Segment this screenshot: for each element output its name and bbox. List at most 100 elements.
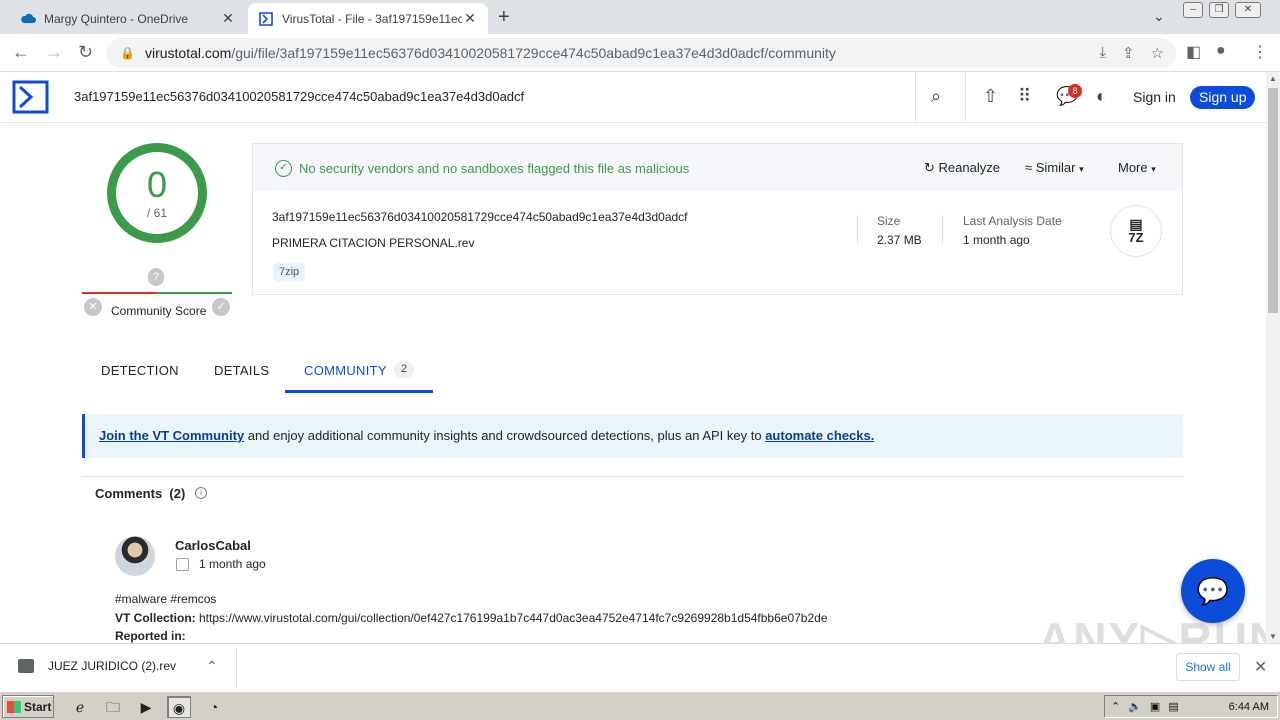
browser-menu-icon[interactable]: ⋮ [1252,42,1268,62]
close-download-bar-icon[interactable]: ✕ [1254,657,1267,677]
last-analysis-value: 1 month ago [963,233,1030,247]
tray-arrow-icon[interactable]: ⌃ [1111,700,1120,713]
file-tag[interactable]: 7zip [273,263,306,281]
tab-detection[interactable]: DETECTION [101,363,179,378]
last-analysis-label: Last Analysis Date [963,214,1062,228]
collection-url[interactable]: https://www.virustotal.com/gui/collectio… [196,611,828,625]
search-input[interactable]: 3af197159e11ec56376d03410020581729cce474… [74,89,524,104]
volume-icon[interactable]: 🔈 [1128,700,1142,713]
status-message: No security vendors and no sandboxes fla… [299,161,690,176]
virustotal-logo-icon[interactable] [12,80,49,114]
url-path: /gui/file/3af197159e11ec56376d0341002058… [231,45,836,61]
info-icon[interactable]: i [195,487,207,499]
scroll-down-arrow-icon[interactable]: ▼ [1269,632,1277,641]
minimize-icon[interactable]: – [1183,2,1203,18]
reanalyze-label: Reanalyze [938,160,1000,175]
close-window-icon[interactable]: ✕ [1235,2,1261,18]
clock[interactable]: 6:44 AM [1229,701,1269,713]
reload-icon[interactable]: ↻ [78,42,93,63]
virustotal-icon [259,11,273,26]
network-icon[interactable]: ▣ [1150,700,1160,713]
reanalyze-icon: ↻ [924,160,935,175]
collection-label: VT Collection: [115,611,196,625]
automate-checks-link[interactable]: automate checks. [765,428,874,443]
sign-up-button[interactable]: Sign up [1190,86,1256,109]
status-strip: ✓ No security vendors and no sandboxes f… [253,144,1182,191]
url-field[interactable]: 🔒 virustotal.com/gui/file/3af197159e11ec… [106,38,1176,68]
restore-icon[interactable]: ❐ [1209,2,1229,18]
side-panel-icon[interactable]: ◧ [1186,42,1201,62]
comment-author[interactable]: CarlosCabal [175,538,251,553]
close-tab-icon[interactable]: ✕ [462,10,478,27]
close-tab-icon[interactable]: ✕ [220,10,236,27]
avatar[interactable] [115,536,155,576]
new-tab-icon[interactable]: + [498,6,510,29]
reanalyze-button[interactable]: ↻ Reanalyze [924,160,1000,176]
more-dropdown[interactable]: More ▾ [1118,160,1156,175]
media-player-icon[interactable]: ▶ [134,696,158,718]
chevron-down-icon: ▾ [1079,164,1084,174]
similar-dropdown[interactable]: ≈ Similar ▾ [1025,160,1084,175]
browser-tab-onedrive[interactable]: Margy Quintero - OneDrive ✕ [10,3,246,34]
size-value: 2.37 MB [877,233,922,247]
join-community-link[interactable]: Join the VT Community [99,428,244,443]
windows-flag-icon [7,700,21,713]
tab-search-chevron-icon[interactable]: ⌄ [1153,8,1165,25]
browser-tab-virustotal[interactable]: VirusTotal - File - 3af197159e11ec56 ✕ [248,3,488,34]
tab-title: Margy Quintero - OneDrive [44,11,189,26]
onedrive-cloud-icon [21,13,36,23]
download-item[interactable]: JUEZ JURIDICO (2).rev [18,659,176,673]
tab-community[interactable]: COMMUNITY [304,363,387,378]
upload-icon[interactable]: ⇧ [983,86,998,107]
tab-details[interactable]: DETAILS [214,363,269,378]
window-controls: – ❐ ✕ [1183,2,1261,18]
page-scrollbar[interactable]: ▲ ▼ [1266,72,1280,643]
check-circle-icon: ✓ [275,160,292,177]
show-all-button[interactable]: Show all [1176,653,1240,681]
forward-arrow-icon[interactable]: → [45,42,63,63]
detection-total: / 61 [146,206,167,220]
community-score-question-icon: ? [148,268,164,286]
file-hash: 3af197159e11ec56376d03410020581729cce474… [272,210,688,224]
address-bar-row: ← → ↻ 🔒 virustotal.com/gui/file/3af19715… [0,34,1280,72]
file-explorer-icon[interactable]: 🗀 [101,696,125,718]
dark-mode-icon[interactable]: ◐ [1096,86,1107,107]
tab-title: VirusTotal - File - 3af197159e11ec56 [282,11,462,26]
detection-count: 0 [146,164,168,205]
chrome-icon[interactable]: ◉ [167,696,191,718]
chevron-up-icon[interactable]: ⌃ [206,658,218,675]
community-count-badge: 2 [394,361,414,378]
comment-reported: Reported in: [115,629,186,643]
sign-in-link[interactable]: Sign in [1133,89,1176,105]
clean-status: ✓ No security vendors and no sandboxes f… [275,160,689,177]
similar-label: Similar [1035,160,1076,175]
scroll-thumb[interactable] [1268,88,1278,313]
install-app-icon[interactable]: ⤓ [1099,44,1106,62]
file-icon [18,659,34,673]
download-filename: JUEZ JURIDICO (2).rev [48,659,177,673]
scroll-up-arrow-icon[interactable]: ▲ [1269,74,1277,83]
search-icon[interactable]: ⌕ [931,86,941,107]
share-icon[interactable]: ⇪ [1122,44,1135,62]
size-label: Size [877,214,901,228]
file-type-label: 7Z [1128,230,1144,245]
community-score-label: Community Score [111,304,207,318]
comments-count: (2) [169,486,186,501]
internet-explorer-icon[interactable]: ℯ [68,696,92,718]
back-arrow-icon[interactable]: ← [12,42,30,63]
file-name: PRIMERA CITACION PERSONAL.rev [272,236,475,250]
profile-avatar-icon[interactable]: ● [1216,42,1226,60]
vote-harmless-icon[interactable]: ✓ [212,298,230,316]
file-type-7z-icon: ▤ 7Z [1110,205,1162,257]
bookmark-star-icon[interactable]: ☆ [1151,44,1164,62]
banner-text: and enjoy additional community insights … [244,428,766,443]
similar-icon: ≈ [1025,160,1033,175]
download-bar: JUEZ JURIDICO (2).rev ⌃ Show all ✕ [0,643,1280,691]
edge-icon[interactable]: ◔ [202,696,226,718]
printer-icon[interactable]: ▤ [1168,700,1178,713]
community-score-bar-positive [157,292,232,294]
start-button[interactable]: Start [2,695,54,718]
apps-grid-icon[interactable]: ⠿ [1018,86,1031,107]
vote-malicious-icon[interactable]: ✕ [84,298,102,316]
file-summary-card: ✓ No security vendors and no sandboxes f… [252,143,1183,295]
